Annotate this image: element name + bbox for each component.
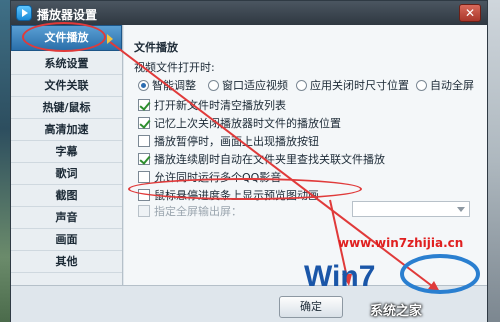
open-behavior-label: 视频文件打开时: bbox=[134, 61, 215, 74]
title-bar[interactable]: 播放器设置 ✕ bbox=[11, 1, 487, 25]
radio-auto-fullscreen[interactable]: 自动全屏 bbox=[416, 77, 474, 93]
active-arrow-icon bbox=[107, 34, 113, 44]
radio-fit-video[interactable]: 窗口适应视频 bbox=[208, 77, 288, 93]
checkbox[interactable] bbox=[138, 205, 150, 217]
section-title: 文件播放 bbox=[134, 41, 178, 54]
sidebar-item-system[interactable]: 系统设置 bbox=[11, 53, 122, 75]
watermark-site-name: 系统之家 bbox=[370, 304, 423, 319]
ok-button[interactable]: 确定 bbox=[279, 296, 343, 318]
sidebar-item-hd-acceleration[interactable]: 高清加速 bbox=[11, 119, 122, 141]
checkbox[interactable] bbox=[138, 153, 150, 165]
radio-button bbox=[416, 80, 427, 91]
checkbox[interactable] bbox=[138, 135, 150, 147]
checkbox[interactable] bbox=[138, 99, 150, 111]
window-title: 播放器设置 bbox=[37, 8, 98, 22]
background-right bbox=[486, 0, 500, 322]
sidebar-item-other[interactable]: 其他 bbox=[11, 251, 122, 273]
radio-button bbox=[138, 80, 149, 91]
sidebar-item-lyrics[interactable]: 歌词 bbox=[11, 163, 122, 185]
settings-sidebar: 文件播放 系统设置 文件关联 热键/鼠标 高清加速 字幕 歌词 截图 声音 画面… bbox=[11, 25, 123, 285]
sidebar-item-sound[interactable]: 声音 bbox=[11, 207, 122, 229]
radio-button bbox=[208, 80, 219, 91]
watermark-logo-icon: Win7 bbox=[304, 254, 480, 294]
sidebar-item-hotkeys[interactable]: 热键/鼠标 bbox=[11, 97, 122, 119]
option-series-autoplay[interactable]: 播放连续剧时自动在文件夹里查找关联文件播放 bbox=[138, 151, 385, 167]
radio-button bbox=[296, 80, 307, 91]
checkbox[interactable] bbox=[138, 171, 150, 183]
option-pause-play-button[interactable]: 播放暂停时，画面上出现播放按钮 bbox=[138, 133, 319, 149]
close-button[interactable]: ✕ bbox=[459, 4, 481, 22]
annotation-oval-option bbox=[128, 178, 362, 200]
annotation-oval-sidebar bbox=[22, 22, 106, 52]
option-remember-position[interactable]: 记忆上次关闭播放器时文件的播放位置 bbox=[138, 115, 341, 131]
option-fullscreen-output[interactable]: 指定全屏输出屏： bbox=[138, 203, 242, 219]
sidebar-item-picture[interactable]: 画面 bbox=[11, 229, 122, 251]
fullscreen-output-select[interactable] bbox=[352, 201, 470, 217]
option-clear-playlist[interactable]: 打开新文件时清空播放列表 bbox=[138, 97, 286, 113]
radio-smart-adjust[interactable]: 智能调整 bbox=[138, 77, 196, 93]
player-app-icon bbox=[16, 5, 32, 21]
checkbox[interactable] bbox=[138, 117, 150, 129]
watermark-url: www.win7zhijia.cn bbox=[338, 236, 464, 250]
sidebar-item-subtitles[interactable]: 字幕 bbox=[11, 141, 122, 163]
radio-last-size[interactable]: 应用关闭时尺寸位置 bbox=[296, 77, 409, 93]
svg-text:Win7: Win7 bbox=[304, 260, 375, 293]
sidebar-item-screenshot[interactable]: 截图 bbox=[11, 185, 122, 207]
sidebar-item-file-association[interactable]: 文件关联 bbox=[11, 75, 122, 97]
